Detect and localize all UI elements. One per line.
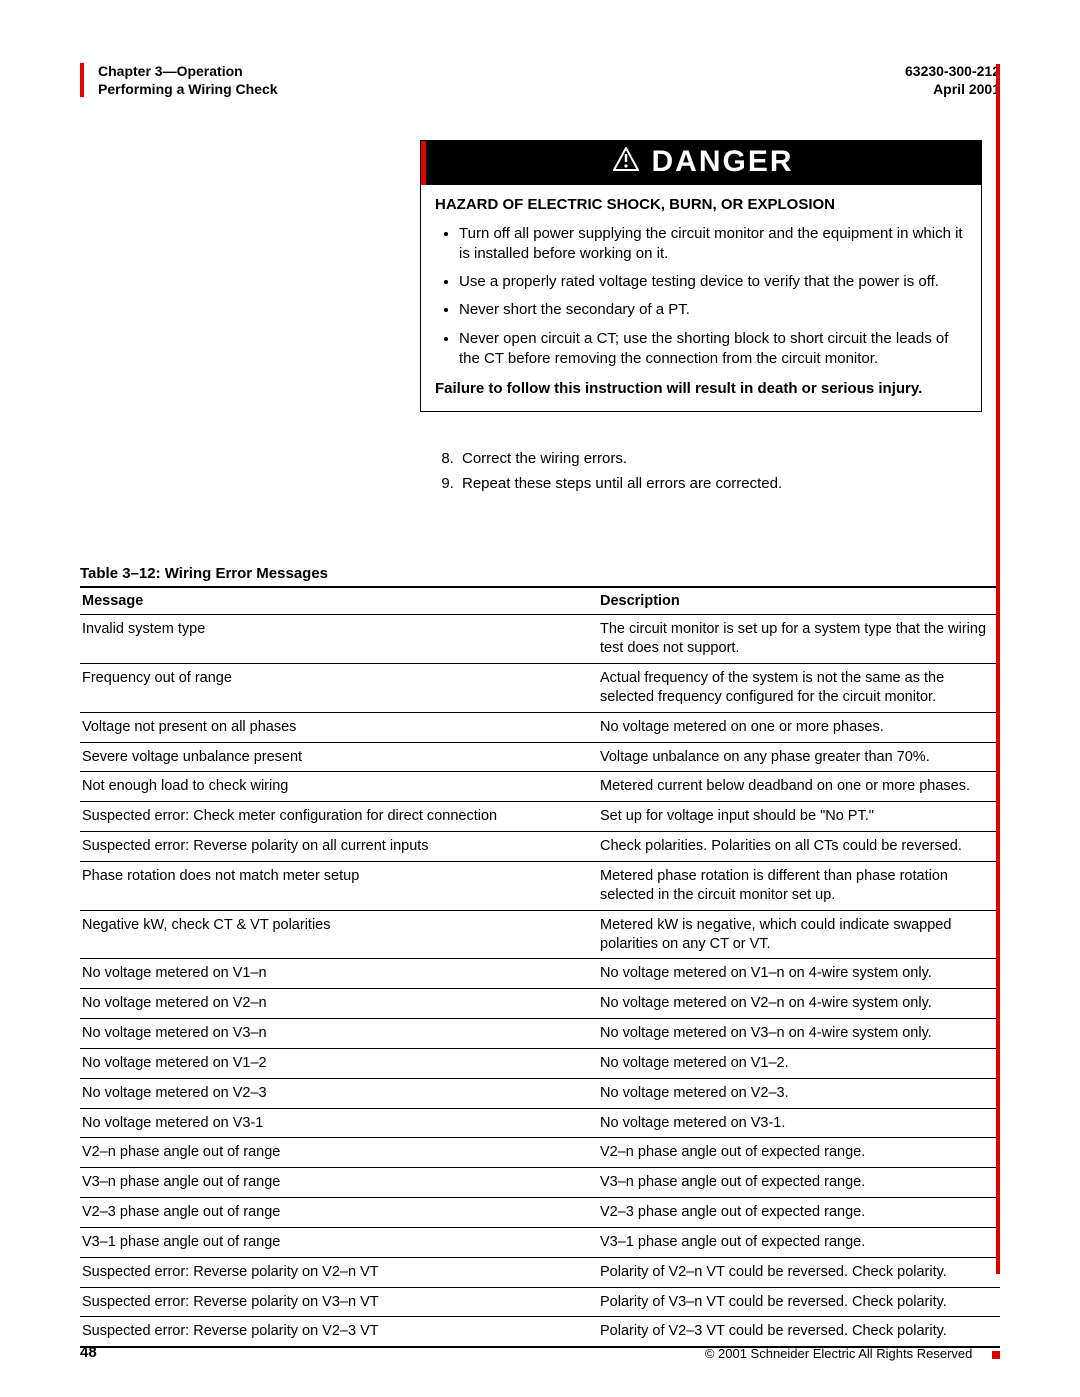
table-cell-message: Suspected error: Reverse polarity on V2–… — [80, 1317, 598, 1347]
table-cell-description: No voltage metered on V1–n on 4-wire sys… — [598, 959, 1000, 989]
danger-bullet: Never open circuit a CT; use the shortin… — [459, 329, 967, 370]
danger-failure: Failure to follow this instruction will … — [435, 379, 967, 399]
table-cell-description: Polarity of V2–n VT could be reversed. C… — [598, 1257, 1000, 1287]
step-item: Correct the wiring errors. — [458, 448, 1000, 471]
danger-bullet-list: Turn off all power supplying the circuit… — [435, 224, 967, 370]
table-cell-message: No voltage metered on V3–n — [80, 1019, 598, 1049]
table-cell-description: No voltage metered on V3-1. — [598, 1108, 1000, 1138]
table-cell-message: V2–n phase angle out of range — [80, 1138, 598, 1168]
table-cell-message: Frequency out of range — [80, 664, 598, 713]
page-header: Chapter 3—Operation Performing a Wiring … — [80, 62, 1000, 98]
header-section: Performing a Wiring Check — [98, 80, 278, 98]
table-cell-message: No voltage metered on V2–3 — [80, 1078, 598, 1108]
table-row: No voltage metered on V2–3No voltage met… — [80, 1078, 1000, 1108]
table-cell-description: Set up for voltage input should be "No P… — [598, 802, 1000, 832]
table-row: No voltage metered on V1–nNo voltage met… — [80, 959, 1000, 989]
table-header-message: Message — [80, 587, 598, 615]
table-cell-description: No voltage metered on V1–2. — [598, 1048, 1000, 1078]
table-row: V3–1 phase angle out of rangeV3–1 phase … — [80, 1227, 1000, 1257]
danger-title-text: DANGER — [651, 145, 793, 179]
table-caption: Table 3–12: Wiring Error Messages — [80, 565, 1000, 582]
warning-triangle-icon — [613, 145, 639, 179]
table-cell-message: No voltage metered on V1–n — [80, 959, 598, 989]
right-change-bar — [996, 64, 1000, 1274]
table-cell-description: Metered kW is negative, which could indi… — [598, 910, 1000, 959]
table-cell-message: V2–3 phase angle out of range — [80, 1198, 598, 1228]
table-row: Negative kW, check CT & VT polaritiesMet… — [80, 910, 1000, 959]
wiring-error-table: Message Description Invalid system typeT… — [80, 586, 1000, 1348]
table-row: No voltage metered on V2–nNo voltage met… — [80, 989, 1000, 1019]
table-row: No voltage metered on V1–2No voltage met… — [80, 1048, 1000, 1078]
footer-red-dot-icon — [992, 1351, 1000, 1359]
table-cell-message: Negative kW, check CT & VT polarities — [80, 910, 598, 959]
table-row: Invalid system typeThe circuit monitor i… — [80, 615, 1000, 664]
table-row: No voltage metered on V3–nNo voltage met… — [80, 1019, 1000, 1049]
table-row: Suspected error: Reverse polarity on V2–… — [80, 1257, 1000, 1287]
danger-title: DANGER — [426, 141, 981, 185]
table-cell-message: No voltage metered on V1–2 — [80, 1048, 598, 1078]
table-cell-message: Invalid system type — [80, 615, 598, 664]
table-cell-description: V2–3 phase angle out of expected range. — [598, 1198, 1000, 1228]
table-row: No voltage metered on V3-1 No voltage me… — [80, 1108, 1000, 1138]
table-cell-description: Polarity of V3–n VT could be reversed. C… — [598, 1287, 1000, 1317]
table-cell-message: Severe voltage unbalance present — [80, 742, 598, 772]
table-cell-description: No voltage metered on V2–n on 4-wire sys… — [598, 989, 1000, 1019]
procedure-steps: Correct the wiring errors. Repeat these … — [436, 448, 1000, 495]
table-cell-message: Suspected error: Reverse polarity on V2–… — [80, 1257, 598, 1287]
table-cell-message: Phase rotation does not match meter setu… — [80, 861, 598, 910]
table-header-description: Description — [598, 587, 1000, 615]
table-cell-description: Metered phase rotation is different than… — [598, 861, 1000, 910]
header-chapter: Chapter 3—Operation — [98, 62, 278, 80]
table-row: Suspected error: Reverse polarity on V3–… — [80, 1287, 1000, 1317]
step-item: Repeat these steps until all errors are … — [458, 473, 1000, 496]
table-cell-description: Metered current below deadband on one or… — [598, 772, 1000, 802]
table-row: Severe voltage unbalance presentVoltage … — [80, 742, 1000, 772]
table-row: Suspected error: Reverse polarity on V2–… — [80, 1317, 1000, 1347]
header-docnum: 63230-300-212 — [905, 62, 1000, 80]
table-cell-description: V3–1 phase angle out of expected range. — [598, 1227, 1000, 1257]
page-number: 48 — [80, 1344, 97, 1361]
table-cell-message: No voltage metered on V3-1 — [80, 1108, 598, 1138]
table-cell-description: No voltage metered on V2–3. — [598, 1078, 1000, 1108]
danger-hazard: HAZARD OF ELECTRIC SHOCK, BURN, OR EXPLO… — [435, 195, 967, 215]
table-cell-message: No voltage metered on V2–n — [80, 989, 598, 1019]
table-cell-description: Voltage unbalance on any phase greater t… — [598, 742, 1000, 772]
table-cell-description: V3–n phase angle out of expected range. — [598, 1168, 1000, 1198]
danger-bullet: Turn off all power supplying the circuit… — [459, 224, 967, 265]
table-cell-message: Suspected error: Check meter configurati… — [80, 802, 598, 832]
table-cell-description: Polarity of V2–3 VT could be reversed. C… — [598, 1317, 1000, 1347]
table-cell-description: No voltage metered on one or more phases… — [598, 712, 1000, 742]
table-row: V2–n phase angle out of rangeV2–n phase … — [80, 1138, 1000, 1168]
page-footer: 48 © 2001 Schneider Electric All Rights … — [80, 1344, 1000, 1361]
table-cell-message: Suspected error: Reverse polarity on V3–… — [80, 1287, 598, 1317]
table-cell-message: V3–n phase angle out of range — [80, 1168, 598, 1198]
table-cell-description: The circuit monitor is set up for a syst… — [598, 615, 1000, 664]
table-row: Suspected error: Reverse polarity on all… — [80, 832, 1000, 862]
table-row: V3–n phase angle out of rangeV3–n phase … — [80, 1168, 1000, 1198]
table-cell-message: V3–1 phase angle out of range — [80, 1227, 598, 1257]
table-cell-description: Actual frequency of the system is not th… — [598, 664, 1000, 713]
copyright-text: © 2001 Schneider Electric All Rights Res… — [705, 1346, 973, 1361]
table-row: Frequency out of rangeActual frequency o… — [80, 664, 1000, 713]
danger-box: DANGER HAZARD OF ELECTRIC SHOCK, BURN, O… — [420, 140, 982, 412]
danger-bullet: Use a properly rated voltage testing dev… — [459, 272, 967, 292]
header-date: April 2001 — [905, 80, 1000, 98]
table-cell-message: Voltage not present on all phases — [80, 712, 598, 742]
table-row: V2–3 phase angle out of rangeV2–3 phase … — [80, 1198, 1000, 1228]
table-cell-description: No voltage metered on V3–n on 4-wire sys… — [598, 1019, 1000, 1049]
table-row: Suspected error: Check meter configurati… — [80, 802, 1000, 832]
table-row: Voltage not present on all phasesNo volt… — [80, 712, 1000, 742]
table-row: Not enough load to check wiringMetered c… — [80, 772, 1000, 802]
table-cell-description: Check polarities. Polarities on all CTs … — [598, 832, 1000, 862]
danger-bullet: Never short the secondary of a PT. — [459, 300, 967, 320]
left-change-bar — [80, 63, 84, 97]
table-cell-message: Suspected error: Reverse polarity on all… — [80, 832, 598, 862]
table-row: Phase rotation does not match meter setu… — [80, 861, 1000, 910]
table-cell-description: V2–n phase angle out of expected range. — [598, 1138, 1000, 1168]
table-cell-message: Not enough load to check wiring — [80, 772, 598, 802]
